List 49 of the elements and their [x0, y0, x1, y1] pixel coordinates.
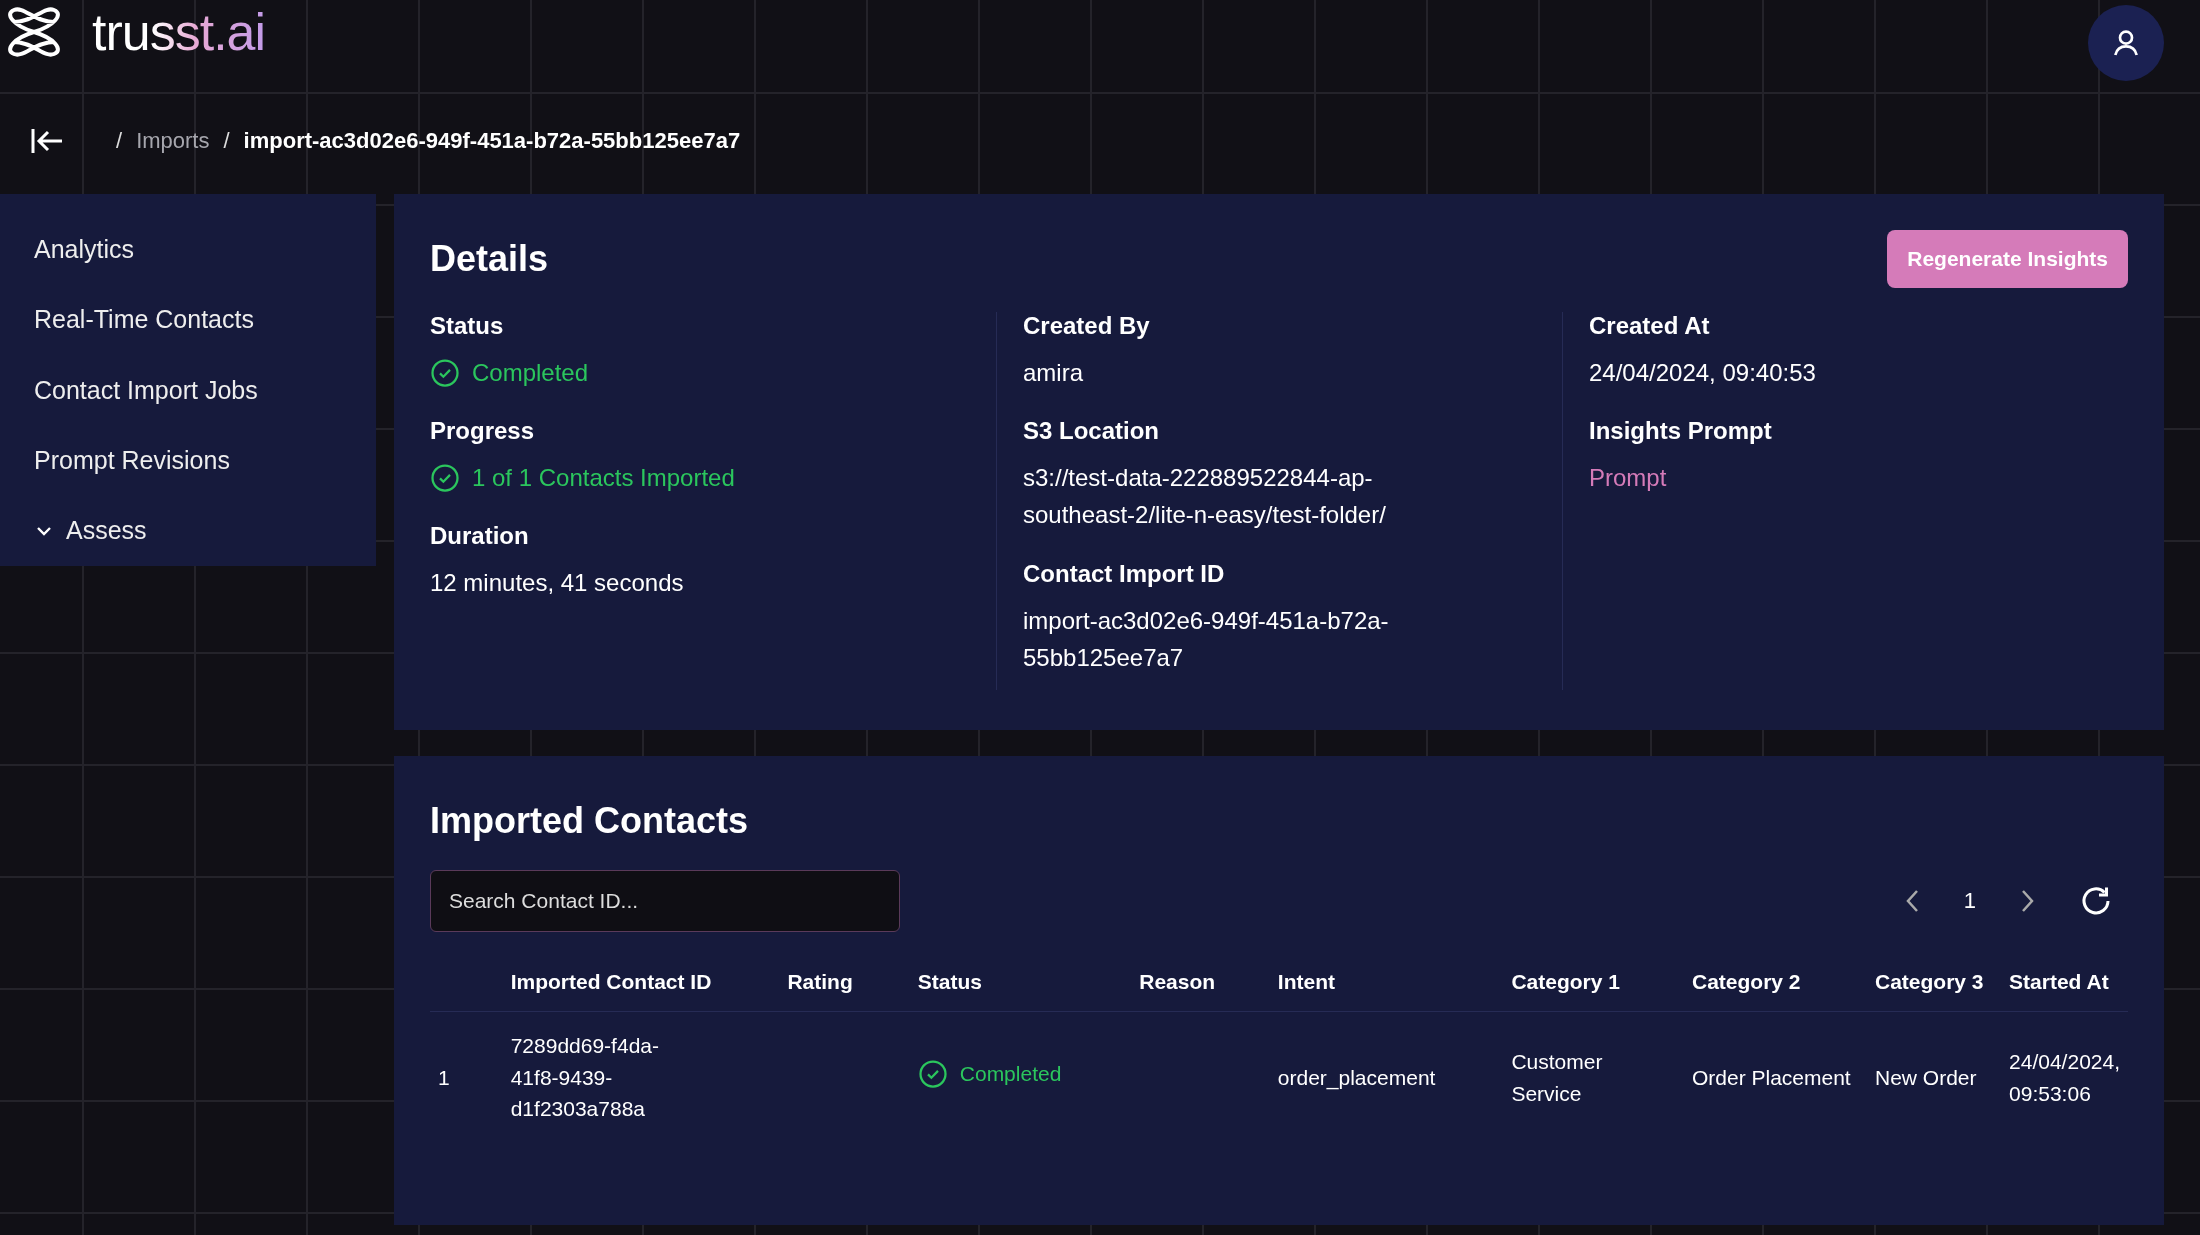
row-number: 1	[438, 1065, 450, 1089]
field-label: Insights Prompt	[1589, 417, 1773, 446]
search-field[interactable]: Search Contact ID...	[430, 869, 900, 932]
status-text: Completed	[472, 358, 589, 388]
breadcrumb-separator: /	[223, 128, 230, 154]
table-cell: Order Placement	[1691, 1065, 1851, 1089]
field-value: import-ac3d02e6-949f-451a-b72a-55bb125ee7a7	[1023, 605, 1390, 673]
column-header: Intent	[1277, 969, 1335, 993]
sidebar-item[interactable]: Real-Time Contacts	[34, 284, 376, 355]
column-header: Category 3	[1875, 969, 1984, 993]
field-label: S3 Location	[1023, 417, 1161, 446]
field-label: Duration	[430, 522, 530, 551]
field-label: Progress	[430, 417, 536, 446]
sidebar-item[interactable]: Analytics	[34, 214, 376, 285]
section-title: Imported Contacts	[430, 799, 750, 842]
column-header: Status	[917, 969, 982, 993]
breadcrumb-link[interactable]: import-ac3d02e6-949f-451a-b72a-55bb125ee7a7	[243, 128, 741, 154]
table-cell: Customer Service	[1511, 1050, 1603, 1105]
field-label: Contact Import ID	[1023, 559, 1226, 588]
sidebar-item[interactable]: Prompt Revisions	[34, 425, 376, 496]
table-cell: order_placement	[1277, 1065, 1436, 1089]
status-text: 1 of 1 Contacts Imported	[472, 463, 735, 494]
column-header: Reason	[1139, 969, 1216, 993]
column-header: Rating	[787, 969, 853, 993]
field-label: Status	[430, 312, 505, 340]
breadcrumb-separator: /	[116, 128, 123, 154]
status-text: Completed	[959, 1061, 1062, 1088]
column-header: Started At	[2009, 969, 2109, 993]
check-circle-icon	[430, 462, 460, 493]
sidebar-item[interactable]: Assess	[34, 495, 376, 567]
prompt-link[interactable]: Prompt	[1589, 459, 2029, 497]
field-value: amira	[1023, 358, 1084, 388]
field-label: Created By	[1023, 312, 1151, 340]
check-circle-icon	[917, 1058, 948, 1089]
table-cell: 7289dd69-f4da-41f8-9439-d1f2303a788a	[510, 1034, 659, 1121]
check-circle-icon	[430, 357, 460, 388]
column-header: Category 2	[1691, 969, 1801, 993]
sidebar-item[interactable]: Contact Import Jobs	[34, 354, 376, 426]
table-cell: 24/04/2024, 09:53:06	[2009, 1050, 2120, 1105]
column-header: Category 1	[1511, 969, 1620, 993]
column-header: Imported Contact ID	[510, 969, 712, 993]
field-value: s3://test-data-222889522844-ap-southeast-2/lite-n-easy/test-folder/	[1023, 463, 1387, 531]
field-value: 12 minutes, 41 seconds	[430, 568, 685, 599]
field-label: Created At	[1589, 312, 1711, 340]
section-title: Details	[430, 238, 549, 280]
field-value: 24/04/2024, 09:40:53	[1589, 358, 1817, 388]
page-number: 1	[1963, 887, 1976, 914]
table-cell: New Order	[1875, 1065, 1977, 1089]
breadcrumb-link[interactable]: Imports	[136, 128, 210, 154]
